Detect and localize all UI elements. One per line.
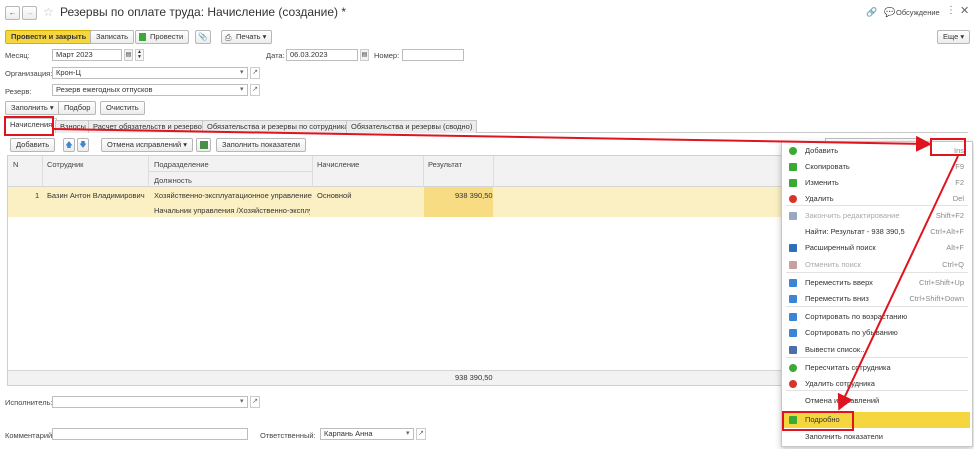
annotation-arrows bbox=[53, 128, 959, 411]
